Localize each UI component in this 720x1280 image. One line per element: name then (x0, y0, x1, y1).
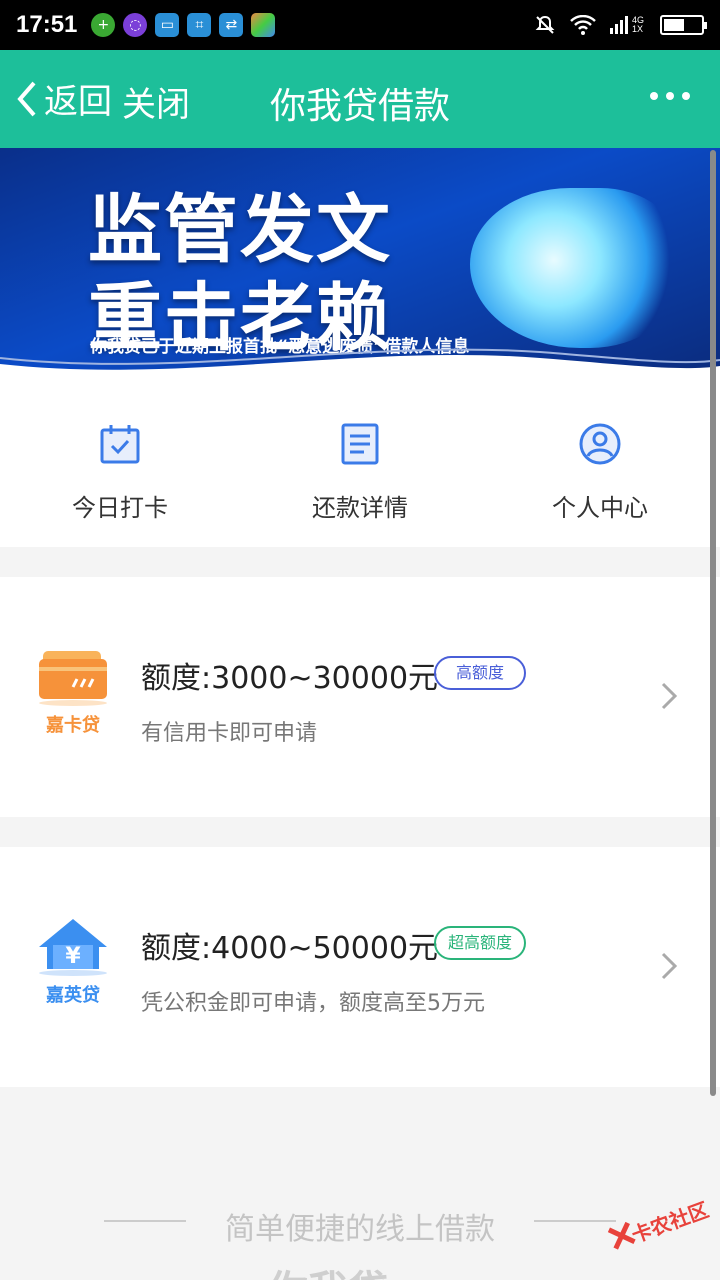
title-bar: 返回 关闭 你我贷借款 (0, 50, 720, 148)
exchange-icon: ⇄ (219, 13, 244, 37)
nav-label: 还款详情 (312, 494, 408, 522)
chevron-left-icon (17, 81, 36, 116)
nav-label: 个人中心 (552, 494, 648, 522)
credit-card-icon (39, 651, 107, 706)
chevron-right-icon (661, 682, 678, 710)
loan-name: 嘉卡贷 (46, 715, 100, 736)
status-bar: 17:51 + ◌ ▭ ⌗ ⇄ 4G 1X (0, 0, 720, 50)
network-type: 4G 1X (632, 15, 645, 34)
nav-personal-center[interactable]: 个人中心 (480, 384, 720, 547)
nav-daily-checkin[interactable]: 今日打卡 (0, 384, 240, 547)
nav-label: 今日打卡 (72, 494, 168, 522)
loan-badge: 高额度 (434, 656, 527, 690)
more-options-button[interactable] (650, 92, 690, 100)
back-label: 返回 (44, 82, 112, 122)
loan-badge: 超高额度 (434, 926, 527, 960)
loan-description: 凭公积金即可申请，额度高至5万元 (141, 991, 485, 1016)
house-yuan-icon: ¥ (39, 919, 107, 976)
chevron-right-icon (661, 952, 678, 980)
calendar-check-icon (100, 425, 140, 464)
mute-bell-icon (535, 15, 555, 34)
status-right: 4G 1X (534, 14, 707, 36)
nav-repayment-details[interactable]: 还款详情 (240, 384, 480, 547)
browser-icon (251, 13, 276, 37)
close-button[interactable]: 关闭 (122, 77, 190, 126)
svg-text:¥: ¥ (65, 944, 81, 969)
notification-icons: + ◌ ▭ ⌗ ⇄ (91, 13, 276, 37)
scrollbar[interactable] (710, 150, 716, 1096)
quick-nav: 今日打卡 还款详情 个人中心 (0, 384, 720, 547)
community-watermark: 卡农社区 (602, 1180, 719, 1268)
fist-illustration (470, 188, 680, 348)
loan-amount: 额度:3000~30000元 (141, 661, 439, 696)
loan-card-jiaka[interactable]: 嘉卡贷 额度:3000~30000元 高额度 有信用卡即可申请 (0, 577, 720, 817)
loan-amount: 额度:4000~50000元 (141, 931, 439, 966)
chat-icon: ▭ (155, 13, 180, 37)
back-button[interactable]: 返回 (14, 74, 112, 123)
battery-icon (660, 15, 707, 35)
scan-icon: ⌗ (187, 13, 212, 37)
loan-logo: ¥ 嘉英贷 (30, 917, 116, 1007)
loan-logo: 嘉卡贷 (30, 647, 116, 737)
signal-icon: 4G 1X (610, 16, 646, 34)
purple-app-icon: ◌ (123, 13, 148, 37)
user-circle-icon (579, 423, 621, 465)
banner-wave (0, 348, 720, 384)
loan-name: 嘉英贷 (46, 985, 100, 1006)
document-list-icon (341, 423, 379, 465)
footer-logo: 你我贷 (268, 1258, 388, 1280)
plus-circle-icon: + (91, 13, 116, 37)
loan-description: 有信用卡即可申请 (141, 721, 318, 746)
promo-banner[interactable]: 监管发文 重击老赖 你我贷已于近期上报首批“恶意逃废债”借款人信息 (0, 148, 720, 384)
status-time: 17:51 (16, 11, 78, 38)
loan-card-jiaying[interactable]: ¥ 嘉英贷 额度:4000~50000元 超高额度 凭公积金即可申请，额度高至5… (0, 847, 720, 1087)
wifi-icon (570, 15, 596, 35)
